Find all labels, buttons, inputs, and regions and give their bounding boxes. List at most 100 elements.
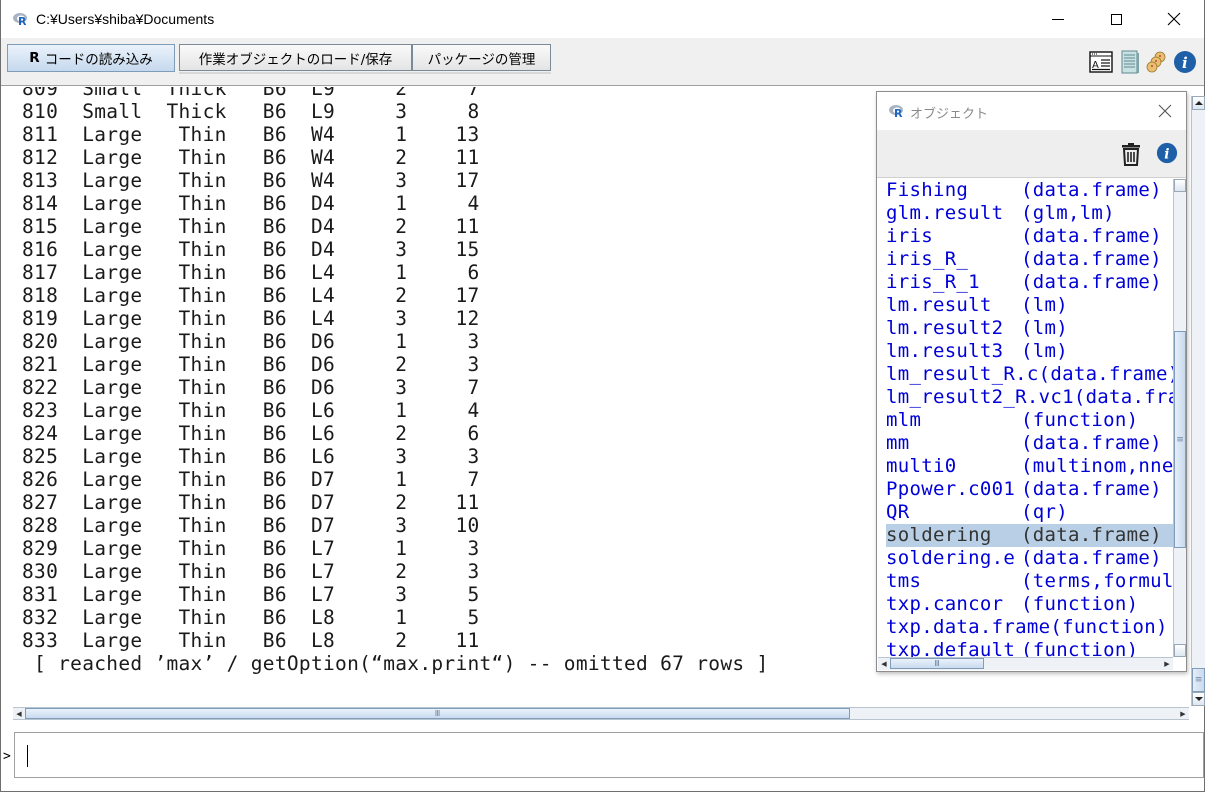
object-list-item[interactable]: glm.result (glm,lm) bbox=[886, 202, 1173, 225]
console-row: 828 Large Thin B6 D7 3 10 bbox=[22, 514, 480, 537]
object-name: lm.result3 bbox=[886, 340, 1004, 362]
close-icon bbox=[1167, 12, 1181, 26]
console-row: 818 Large Thin B6 L4 2 17 bbox=[22, 284, 480, 307]
object-list-item[interactable]: soldering (data.frame) bbox=[886, 524, 1173, 547]
toolbar-divider bbox=[179, 72, 551, 74]
objects-horizontal-scrollbar[interactable]: ◀ Ⅲ ▶ bbox=[878, 657, 1173, 670]
object-list-item[interactable]: lm_result_R.c (data.frame) bbox=[886, 363, 1173, 386]
minimize-button[interactable] bbox=[1029, 0, 1087, 38]
object-class: (lm) bbox=[1021, 340, 1068, 362]
object-name: iris_R_1 bbox=[886, 271, 980, 293]
object-class: (data.frame) bbox=[1021, 478, 1162, 500]
object-class: (function) bbox=[1021, 409, 1139, 431]
object-class: (data.frame) bbox=[1021, 271, 1162, 293]
hscroll-thumb[interactable]: Ⅲ bbox=[25, 708, 850, 719]
scroll-right-button[interactable]: ▶ bbox=[1161, 658, 1173, 670]
title-bar: R C:¥Users¥shiba¥Documents bbox=[1, 0, 1204, 38]
console-row: 822 Large Thin B6 D6 3 7 bbox=[22, 376, 480, 399]
object-class: (qr) bbox=[1021, 501, 1068, 523]
console-font-icon[interactable]: A bbox=[1089, 50, 1113, 74]
scroll-up-button[interactable] bbox=[1174, 179, 1186, 192]
arrow-up-icon bbox=[1194, 101, 1203, 105]
object-list-item[interactable]: tms (terms,formula bbox=[886, 570, 1173, 593]
scroll-left-button[interactable]: ◀ bbox=[13, 707, 25, 720]
console-row: 819 Large Thin B6 L4 3 12 bbox=[22, 307, 480, 330]
packages-icon[interactable] bbox=[1144, 50, 1168, 74]
object-list-item[interactable]: iris_R_1 (data.frame) bbox=[886, 271, 1173, 294]
object-class: (multinom,nnet bbox=[1021, 455, 1173, 477]
object-list-item[interactable]: Ppower.c001 (data.frame) bbox=[886, 478, 1173, 501]
hscroll-thumb[interactable]: Ⅲ bbox=[890, 658, 984, 669]
object-list-item[interactable]: mlm (function) bbox=[886, 409, 1173, 432]
object-name: Fishing bbox=[886, 179, 969, 201]
console-row: 824 Large Thin B6 L6 2 6 bbox=[22, 422, 480, 445]
maximize-button[interactable] bbox=[1087, 0, 1145, 38]
object-name: iris_R_ bbox=[886, 248, 969, 270]
object-name: tms bbox=[886, 570, 922, 592]
object-name: txp.cancor bbox=[886, 593, 1004, 615]
objects-list: Fishing (data.frame) glm.result (glm,lm) iri… bbox=[878, 179, 1173, 657]
trash-icon[interactable] bbox=[1120, 142, 1142, 166]
object-list-item[interactable]: Fishing (data.frame) bbox=[886, 179, 1173, 202]
object-name: soldering.e bbox=[886, 547, 1016, 569]
info-icon[interactable]: i bbox=[1156, 142, 1178, 164]
object-list-item[interactable]: lm.result2 (lm) bbox=[886, 317, 1173, 340]
object-list-item[interactable]: txp.default (function) bbox=[886, 639, 1173, 657]
scroll-thumb[interactable]: ≡ bbox=[1192, 668, 1205, 692]
object-list-item[interactable]: iris_R_ (data.frame) bbox=[886, 248, 1173, 271]
object-list-item[interactable]: txp.cancor (function) bbox=[886, 593, 1173, 616]
object-name: lm.result bbox=[886, 294, 992, 316]
object-list-item[interactable]: lm_result2_R.vc1(data.fram bbox=[886, 386, 1173, 409]
object-list-item[interactable]: QR (qr) bbox=[886, 501, 1173, 524]
workspace-load-save-button[interactable]: 作業オブジェクトのロード/保存 bbox=[179, 44, 412, 71]
scroll-left-button[interactable]: ◀ bbox=[878, 658, 890, 670]
svg-text:R: R bbox=[18, 15, 27, 26]
scroll-right-button[interactable]: ▶ bbox=[1177, 707, 1189, 720]
document-icon[interactable] bbox=[1118, 50, 1142, 74]
object-class: (data.frame) bbox=[1021, 547, 1162, 569]
load-r-code-prefix: R bbox=[29, 50, 40, 66]
arrow-down-icon bbox=[1194, 697, 1203, 701]
r-logo-icon: R bbox=[889, 105, 903, 118]
object-name: lm_result_R.c bbox=[886, 363, 1039, 385]
object-list-item[interactable]: iris (data.frame) bbox=[886, 225, 1173, 248]
svg-text:i: i bbox=[1164, 147, 1169, 163]
console-row: 829 Large Thin B6 L7 1 3 bbox=[22, 537, 480, 560]
console-row: 815 Large Thin B6 D4 2 11 bbox=[22, 215, 480, 238]
command-prompt: > bbox=[3, 749, 11, 764]
object-name: multi0 bbox=[886, 455, 957, 477]
scroll-down-button[interactable] bbox=[1192, 692, 1205, 706]
command-input[interactable] bbox=[14, 732, 1204, 778]
load-r-code-button[interactable]: R コードの読み込み bbox=[7, 44, 175, 72]
objects-panel-title-bar[interactable]: R オブジェクト bbox=[877, 92, 1186, 130]
object-class: (data.frame) bbox=[1038, 363, 1173, 385]
maximize-icon bbox=[1110, 13, 1122, 25]
close-button[interactable] bbox=[1145, 0, 1203, 38]
console-row: 832 Large Thin B6 L8 1 5 bbox=[22, 606, 480, 629]
object-list-item[interactable]: mm (data.frame) bbox=[886, 432, 1173, 455]
info-icon[interactable]: i bbox=[1173, 50, 1197, 74]
console-row: 810 Small Thick B6 L9 3 8 bbox=[22, 100, 480, 123]
object-class: (data.frame) bbox=[1021, 432, 1162, 454]
object-list-item[interactable]: soldering.e (data.frame) bbox=[886, 547, 1173, 570]
console-vertical-scrollbar[interactable]: ≡ bbox=[1191, 96, 1205, 706]
object-list-item[interactable]: multi0 (multinom,nnet bbox=[886, 455, 1173, 478]
object-class: (terms,formula bbox=[1021, 570, 1173, 592]
object-list-item[interactable]: lm.result3 (lm) bbox=[886, 340, 1173, 363]
console-row: 823 Large Thin B6 L6 1 4 bbox=[22, 399, 480, 422]
object-name: iris bbox=[886, 225, 933, 247]
minimize-icon bbox=[1052, 18, 1064, 20]
package-manager-button[interactable]: パッケージの管理 bbox=[412, 44, 551, 71]
object-list-item[interactable]: lm.result (lm) bbox=[886, 294, 1173, 317]
console-row: 826 Large Thin B6 D7 1 7 bbox=[22, 468, 480, 491]
scroll-down-button[interactable] bbox=[1174, 644, 1186, 657]
object-name: txp.default bbox=[886, 639, 1016, 657]
console-row: 812 Large Thin B6 W4 2 11 bbox=[22, 146, 480, 169]
object-class: (data.frame) bbox=[1021, 179, 1162, 201]
scroll-thumb[interactable]: ≡ bbox=[1174, 331, 1186, 548]
close-icon[interactable] bbox=[1157, 103, 1173, 119]
console-horizontal-scrollbar[interactable]: ◀ Ⅲ ▶ bbox=[13, 707, 1189, 720]
object-list-item[interactable]: txp.data.frame (function) bbox=[886, 616, 1173, 639]
scroll-up-button[interactable] bbox=[1192, 96, 1205, 110]
objects-vertical-scrollbar[interactable]: ≡ bbox=[1173, 179, 1186, 657]
